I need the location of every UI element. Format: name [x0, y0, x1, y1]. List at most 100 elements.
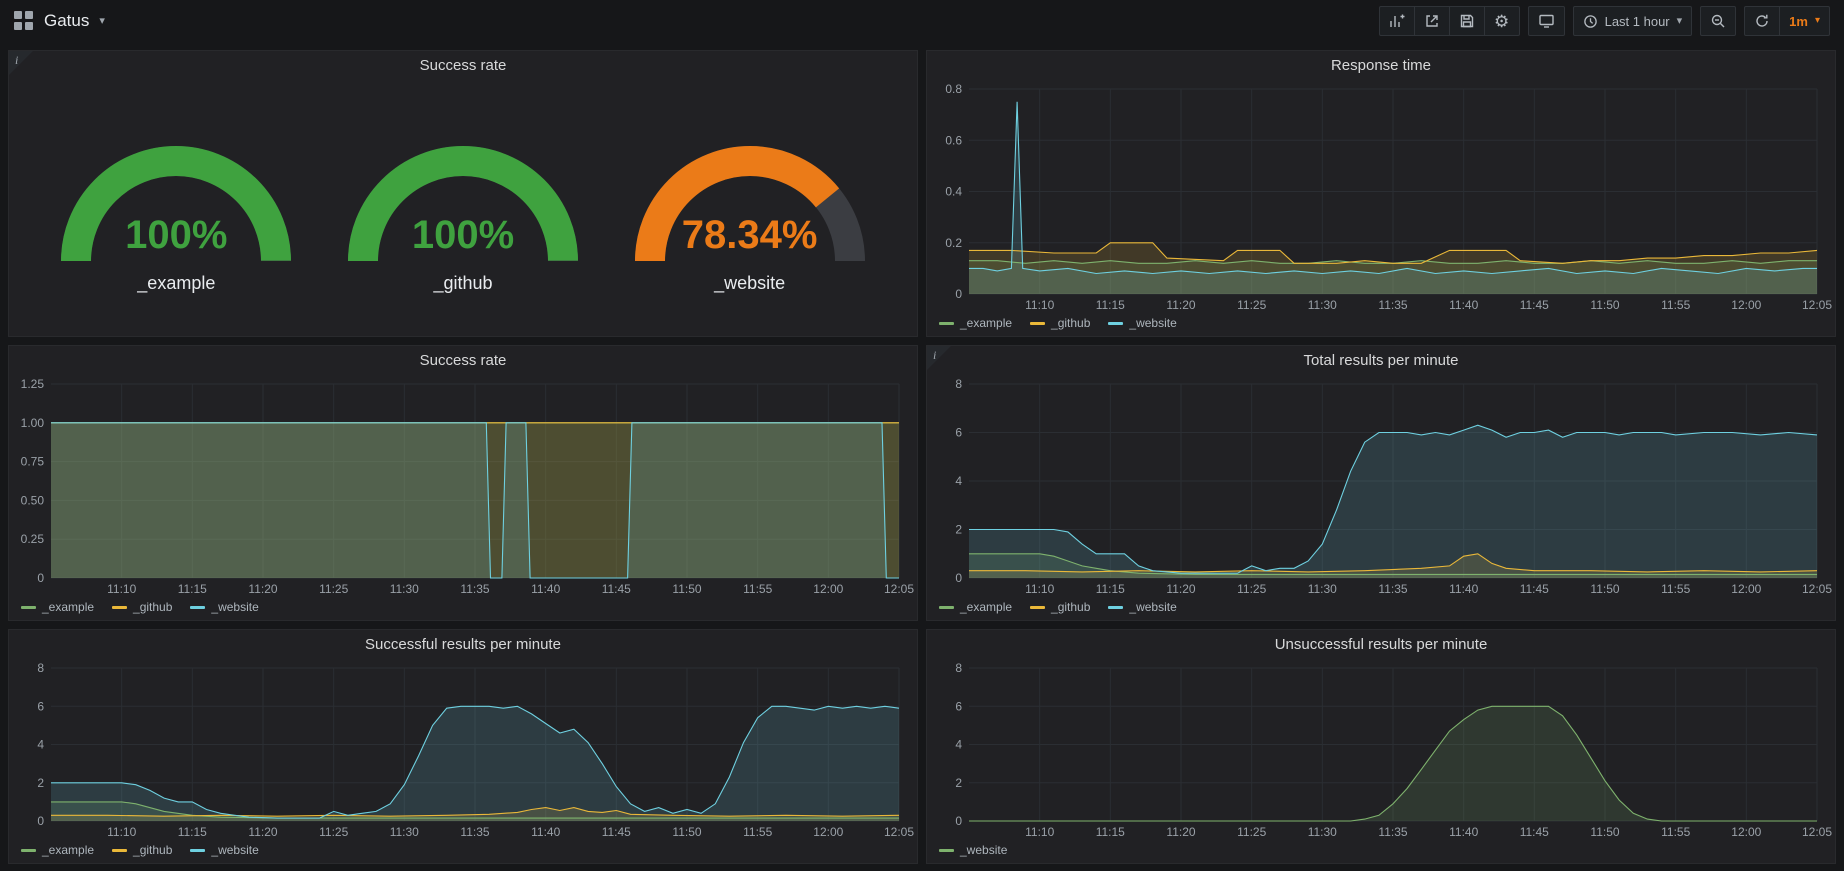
panel-title[interactable]: Unsuccessful results per minute: [927, 630, 1835, 660]
panel-title[interactable]: Success rate: [9, 51, 917, 81]
refresh-button[interactable]: [1744, 6, 1780, 36]
svg-text:12:05: 12:05: [1802, 298, 1832, 312]
svg-text:11:15: 11:15: [178, 582, 207, 596]
svg-text:0.6: 0.6: [945, 133, 962, 147]
dashboard-picker[interactable]: Gatus ▾: [14, 11, 105, 31]
svg-text:11:50: 11:50: [672, 582, 701, 596]
svg-text:11:30: 11:30: [390, 582, 419, 596]
svg-text:1.00: 1.00: [21, 416, 45, 430]
chart-body: 0246811:1011:1511:2011:2511:3011:3511:40…: [927, 376, 1835, 598]
svg-text:12:00: 12:00: [813, 825, 843, 839]
svg-text:12:00: 12:00: [1731, 825, 1761, 839]
panel-title[interactable]: Successful results per minute: [9, 630, 917, 660]
svg-text:11:35: 11:35: [1378, 582, 1407, 596]
legend: _example _github _website: [927, 598, 1835, 620]
legend-item-example[interactable]: _example: [939, 316, 1012, 330]
svg-text:12:05: 12:05: [884, 582, 914, 596]
legend-item-website[interactable]: _website: [1108, 600, 1176, 614]
clock-icon: [1583, 14, 1598, 29]
legend-label: _example: [42, 843, 94, 857]
share-button[interactable]: [1414, 6, 1450, 36]
dashboard-title[interactable]: Gatus: [44, 11, 89, 31]
legend-label: _example: [960, 316, 1012, 330]
chart-body: 0246811:1011:1511:2011:2511:3011:3511:40…: [927, 660, 1835, 841]
svg-text:6: 6: [955, 426, 962, 440]
legend-item-example[interactable]: _example: [21, 600, 94, 614]
add-panel-icon: [1389, 13, 1405, 29]
time-range-label: Last 1 hour: [1605, 14, 1670, 29]
svg-text:0: 0: [37, 814, 44, 828]
legend-label: _github: [133, 600, 172, 614]
time-range-picker[interactable]: Last 1 hour ▾: [1573, 6, 1693, 36]
chart-canvas[interactable]: 0246811:1011:1511:2011:2511:3011:3511:40…: [9, 660, 917, 841]
zoom-out-button[interactable]: [1700, 6, 1736, 36]
gauge-label: _website: [612, 273, 888, 294]
panel-response-time: Response time 00.20.40.60.811:1011:1511:…: [926, 50, 1836, 337]
add-panel-button[interactable]: [1379, 6, 1415, 36]
legend-label: _website: [211, 843, 258, 857]
svg-text:11:35: 11:35: [460, 582, 489, 596]
svg-text:11:20: 11:20: [1166, 582, 1195, 596]
legend-item-github[interactable]: _github: [1030, 600, 1090, 614]
panel-title[interactable]: Success rate: [9, 346, 917, 376]
panel-total-results: i Total results per minute 0246811:1011:…: [926, 345, 1836, 621]
svg-text:11:55: 11:55: [1661, 582, 1690, 596]
legend-label: _example: [42, 600, 94, 614]
svg-text:11:50: 11:50: [1590, 825, 1619, 839]
svg-text:11:40: 11:40: [531, 825, 560, 839]
svg-text:0: 0: [955, 814, 962, 828]
legend-color-mark: [190, 606, 205, 609]
settings-button[interactable]: ⚙: [1484, 6, 1520, 36]
svg-text:11:50: 11:50: [672, 825, 701, 839]
legend-item-github[interactable]: _github: [112, 600, 172, 614]
legend-item-website[interactable]: _website: [190, 600, 258, 614]
chart-canvas[interactable]: 0246811:1011:1511:2011:2511:3011:3511:40…: [927, 376, 1835, 598]
panel-title[interactable]: Response time: [927, 51, 1835, 81]
svg-text:11:10: 11:10: [1025, 582, 1054, 596]
legend-label: _website: [1129, 600, 1176, 614]
svg-text:2: 2: [955, 776, 962, 790]
legend-item-website[interactable]: _website: [1108, 316, 1176, 330]
chart-canvas[interactable]: 00.250.500.751.001.2511:1011:1511:2011:2…: [9, 376, 917, 598]
svg-text:11:15: 11:15: [1096, 582, 1125, 596]
save-button[interactable]: [1449, 6, 1485, 36]
apps-grid-icon[interactable]: [14, 11, 34, 31]
legend-label: _github: [1051, 316, 1090, 330]
svg-text:11:45: 11:45: [1520, 582, 1549, 596]
panel-title[interactable]: Total results per minute: [927, 346, 1835, 376]
legend: _example _github _website: [9, 598, 917, 620]
legend-color-mark: [112, 849, 127, 852]
legend-item-website[interactable]: _website: [939, 843, 1007, 857]
svg-text:11:50: 11:50: [1590, 582, 1619, 596]
svg-text:11:10: 11:10: [107, 582, 136, 596]
svg-text:11:15: 11:15: [178, 825, 207, 839]
legend-color-mark: [1108, 322, 1123, 325]
legend-color-mark: [939, 322, 954, 325]
legend-color-mark: [21, 606, 36, 609]
info-icon[interactable]: i: [933, 348, 936, 363]
svg-text:11:25: 11:25: [319, 582, 348, 596]
legend: _example _github _website: [927, 314, 1835, 336]
info-icon[interactable]: i: [15, 53, 18, 68]
legend-label: _example: [960, 600, 1012, 614]
legend-item-example[interactable]: _example: [939, 600, 1012, 614]
chart-body: 00.20.40.60.811:1011:1511:2011:2511:3011…: [927, 81, 1835, 314]
legend-item-github[interactable]: _github: [112, 843, 172, 857]
chart-canvas[interactable]: 0246811:1011:1511:2011:2511:3011:3511:40…: [927, 660, 1835, 841]
chart-canvas[interactable]: 00.20.40.60.811:1011:1511:2011:2511:3011…: [927, 81, 1835, 314]
panel-success-rate-gauges: i Success rate 100%_example100%_github78…: [8, 50, 918, 337]
legend-item-website[interactable]: _website: [190, 843, 258, 857]
svg-text:11:20: 11:20: [248, 825, 277, 839]
tv-mode-button[interactable]: [1528, 6, 1565, 36]
legend-color-mark: [939, 606, 954, 609]
refresh-interval-picker[interactable]: 1m ▾: [1779, 6, 1830, 36]
svg-text:11:40: 11:40: [531, 582, 560, 596]
svg-text:11:45: 11:45: [602, 825, 631, 839]
legend-item-example[interactable]: _example: [21, 843, 94, 857]
legend-item-github[interactable]: _github: [1030, 316, 1090, 330]
svg-text:12:05: 12:05: [1802, 825, 1832, 839]
share-icon: [1424, 13, 1440, 29]
svg-text:11:20: 11:20: [1166, 825, 1195, 839]
svg-text:6: 6: [955, 699, 962, 713]
navbar: Gatus ▾ ⚙ Last 1 hour ▾: [0, 0, 1844, 42]
